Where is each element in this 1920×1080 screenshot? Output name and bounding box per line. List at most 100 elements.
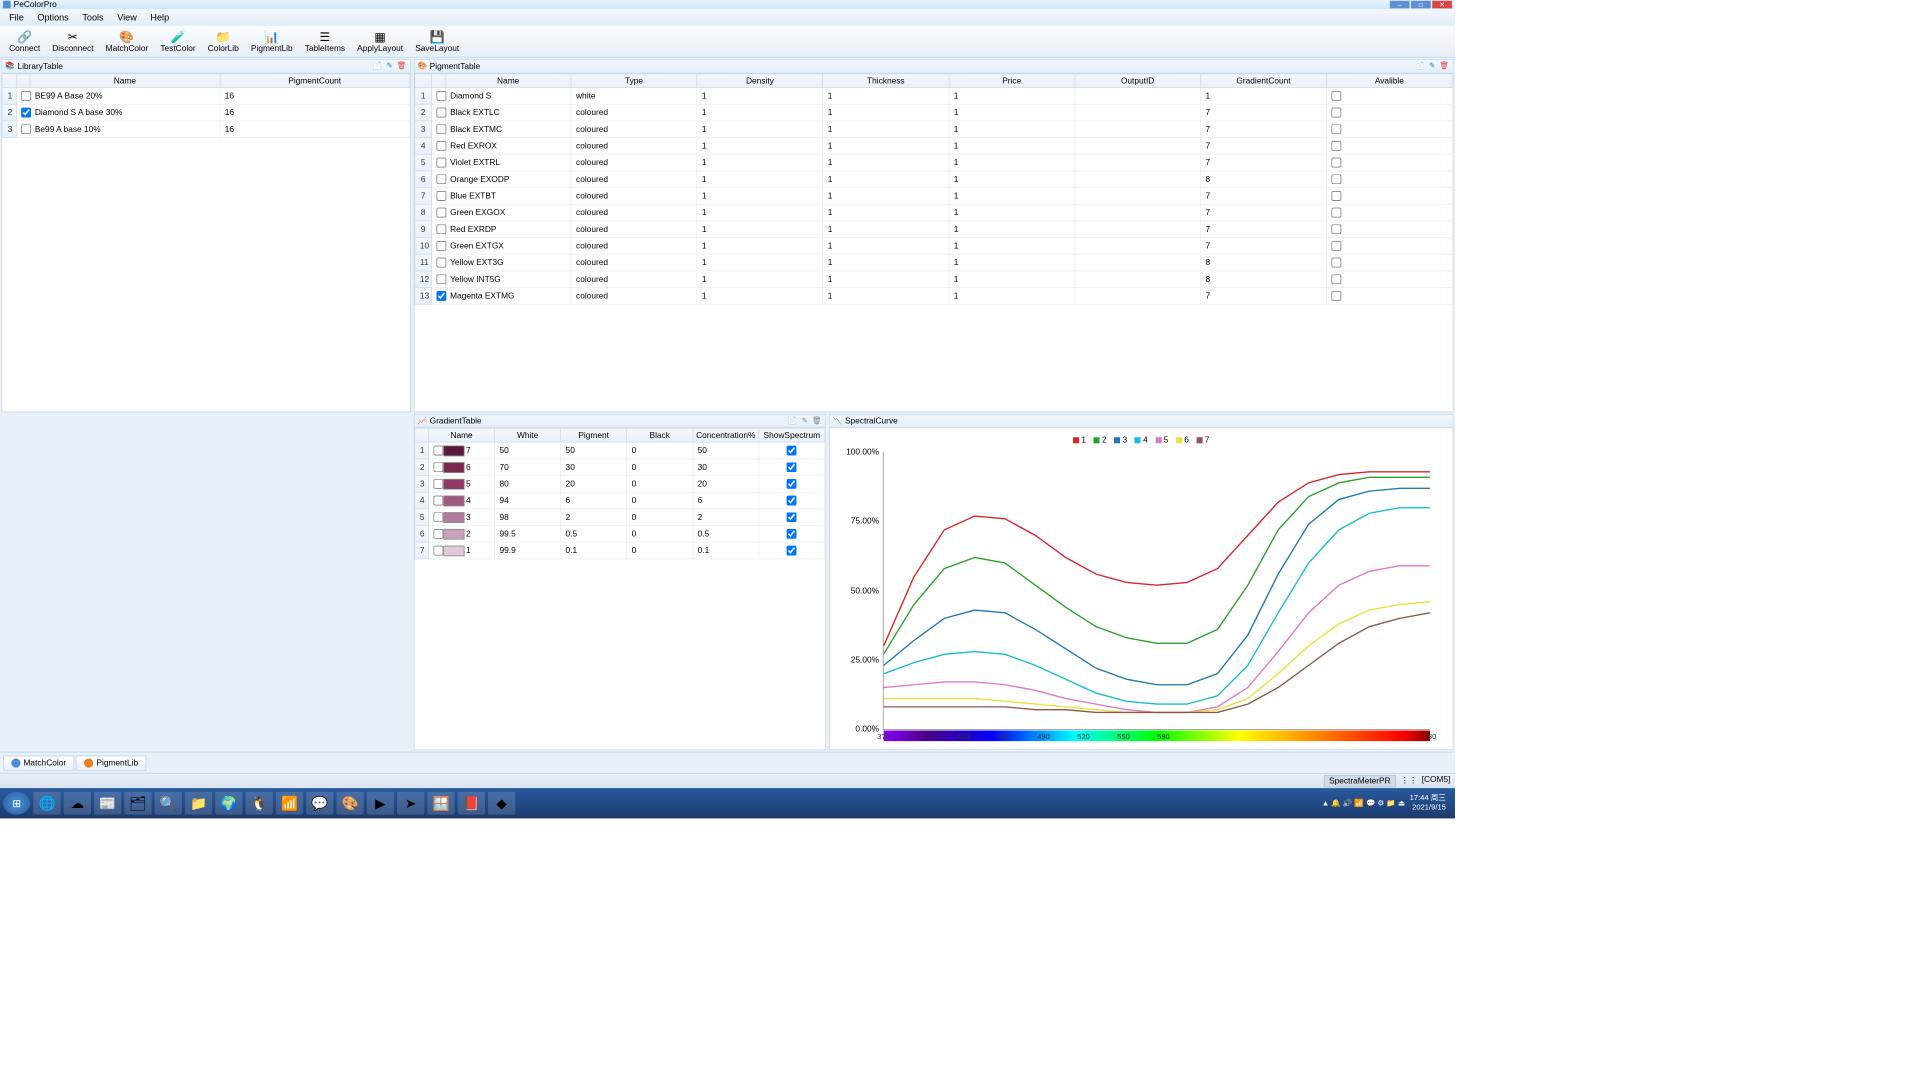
gradient-row[interactable]: 6299.50.500.5 <box>415 526 825 543</box>
pigment-row-checkbox[interactable] <box>436 241 446 251</box>
pigment-row-checkbox[interactable] <box>436 141 446 151</box>
gradient-row[interactable]: 4494606 <box>415 492 825 509</box>
pigment-table-grid[interactable]: NameTypeDensityThicknessPriceOutputIDGra… <box>415 74 1453 412</box>
taskbar-app[interactable]: 📶 <box>276 792 303 815</box>
gradient-row-checkbox[interactable] <box>433 462 443 472</box>
library-row-checkbox[interactable] <box>21 108 31 118</box>
gradient-row-checkbox[interactable] <box>433 496 443 506</box>
pigment-row-checkbox[interactable] <box>436 274 446 284</box>
pigment-add-button[interactable]: 📄 <box>1415 61 1426 72</box>
pigment-row-checkbox[interactable] <box>436 174 446 184</box>
pigment-row-checkbox[interactable] <box>436 291 446 301</box>
pigment-row[interactable]: 8Green EXGOXcoloured1117 <box>415 204 1452 221</box>
pigment-row-checkbox[interactable] <box>436 108 446 118</box>
library-row[interactable]: 1BE99 A Base 20%16 <box>3 88 410 105</box>
pigment-row[interactable]: 6Orange EXODPcoloured1118 <box>415 171 1452 188</box>
tool-colorlib[interactable]: 📁ColorLib <box>202 28 245 54</box>
close-button[interactable]: ✕ <box>1432 1 1452 9</box>
maximize-button[interactable]: □ <box>1411 1 1431 9</box>
gradient-row[interactable]: 5398202 <box>415 509 825 526</box>
pigment-available-checkbox[interactable] <box>1331 291 1341 301</box>
pigment-row[interactable]: 5Violet EXTRLcoloured1117 <box>415 154 1452 171</box>
taskbar-app[interactable]: 🐧 <box>246 792 273 815</box>
taskbar-app[interactable]: 🌐 <box>33 792 60 815</box>
gradient-row-checkbox[interactable] <box>433 529 443 539</box>
taskbar-app[interactable]: ◆ <box>488 792 515 815</box>
pigment-row-checkbox[interactable] <box>436 91 446 101</box>
taskbar-app[interactable]: 🪟 <box>427 792 454 815</box>
pigment-available-checkbox[interactable] <box>1331 174 1341 184</box>
gradient-row[interactable]: 358020020 <box>415 476 825 493</box>
taskbar-app[interactable]: 📰 <box>94 792 121 815</box>
taskbar-app[interactable]: ▶ <box>367 792 394 815</box>
taskbar-app[interactable]: ☁ <box>64 792 91 815</box>
taskbar-app[interactable]: 📁 <box>185 792 212 815</box>
pigment-available-checkbox[interactable] <box>1331 224 1341 234</box>
menu-options[interactable]: Options <box>31 11 74 25</box>
gradient-row[interactable]: 175050050 <box>415 442 825 459</box>
show-spectrum-checkbox[interactable] <box>787 546 797 556</box>
system-tray[interactable]: ▲ 🔔 🔊 📶 💬 ⚙ 📁 ⏏ 17:44 周三 2021/9/15 <box>1316 794 1452 812</box>
pigment-available-checkbox[interactable] <box>1331 158 1341 168</box>
pigment-row[interactable]: 3Black EXTMCcoloured1117 <box>415 121 1452 138</box>
tool-pigmentlib[interactable]: 📊PigmentLib <box>245 28 299 54</box>
taskbar-app[interactable]: 🗂 <box>124 792 151 815</box>
minimize-button[interactable]: – <box>1390 1 1410 9</box>
library-delete-button[interactable]: 🗑 <box>396 61 407 72</box>
pigment-row[interactable]: 12Yellow INT5Gcoloured1118 <box>415 271 1452 288</box>
pigment-available-checkbox[interactable] <box>1331 91 1341 101</box>
menu-file[interactable]: File <box>3 11 30 25</box>
start-button[interactable]: ⊞ <box>3 792 30 815</box>
tray-icons[interactable]: ▲ 🔔 🔊 📶 💬 ⚙ 📁 ⏏ <box>1322 799 1405 807</box>
taskbar-app[interactable]: 🔍 <box>155 792 182 815</box>
pigment-row-checkbox[interactable] <box>436 208 446 218</box>
show-spectrum-checkbox[interactable] <box>787 496 797 506</box>
gradient-edit-button[interactable]: ✎ <box>799 416 810 427</box>
pigment-row[interactable]: 1Diamond Swhite1111 <box>415 88 1452 105</box>
menu-tools[interactable]: Tools <box>76 11 109 25</box>
gradient-row-checkbox[interactable] <box>433 446 443 456</box>
pigment-row-checkbox[interactable] <box>436 124 446 134</box>
tool-testcolor[interactable]: 🧪TestColor <box>154 28 201 54</box>
library-row-checkbox[interactable] <box>21 91 31 101</box>
taskbar-app[interactable]: 📕 <box>458 792 485 815</box>
pigment-row-checkbox[interactable] <box>436 191 446 201</box>
pigment-available-checkbox[interactable] <box>1331 141 1341 151</box>
pigment-row[interactable]: 10Green EXTGXcoloured1117 <box>415 238 1452 255</box>
gradient-delete-button[interactable]: 🗑 <box>812 416 823 427</box>
library-edit-button[interactable]: ✎ <box>384 61 395 72</box>
pigment-row[interactable]: 13Magenta EXTMGcoloured1117 <box>415 288 1452 305</box>
pigment-row[interactable]: 4Red EXROXcoloured1117 <box>415 138 1452 155</box>
pigment-available-checkbox[interactable] <box>1331 108 1341 118</box>
library-row-checkbox[interactable] <box>21 124 31 134</box>
show-spectrum-checkbox[interactable] <box>787 512 797 522</box>
show-spectrum-checkbox[interactable] <box>787 462 797 472</box>
tool-savelayout[interactable]: 💾SaveLayout <box>409 28 465 54</box>
taskbar-app[interactable]: 🎨 <box>336 792 363 815</box>
pigment-row[interactable]: 2Black EXTLCcoloured1117 <box>415 104 1452 121</box>
gradient-row-checkbox[interactable] <box>433 546 443 556</box>
tool-matchcolor[interactable]: 🎨MatchColor <box>100 28 155 54</box>
tab-matchcolor[interactable]: MatchColor <box>3 755 74 770</box>
pigment-row[interactable]: 11Yellow EXT3Gcoloured1118 <box>415 254 1452 271</box>
menu-view[interactable]: View <box>111 11 143 25</box>
pigment-available-checkbox[interactable] <box>1331 258 1341 268</box>
library-row[interactable]: 3Be99 A base 10%16 <box>3 121 410 138</box>
library-add-button[interactable]: 📄 <box>372 61 383 72</box>
tool-disconnect[interactable]: ✂Disconnect <box>46 28 99 54</box>
gradient-row[interactable]: 7199.90.100.1 <box>415 542 825 559</box>
show-spectrum-checkbox[interactable] <box>787 446 797 456</box>
show-spectrum-checkbox[interactable] <box>787 529 797 539</box>
tool-tableitems[interactable]: ☰TableItems <box>299 28 351 54</box>
tool-applylayout[interactable]: ▦ApplyLayout <box>351 28 409 54</box>
gradient-row-checkbox[interactable] <box>433 479 443 489</box>
gradient-row[interactable]: 267030030 <box>415 459 825 476</box>
pigment-row[interactable]: 9Red EXRDPcoloured1117 <box>415 221 1452 238</box>
taskbar-app[interactable]: ➤ <box>397 792 424 815</box>
gradient-add-button[interactable]: 📄 <box>787 416 798 427</box>
pigment-row-checkbox[interactable] <box>436 158 446 168</box>
pigment-delete-button[interactable]: 🗑 <box>1439 61 1450 72</box>
show-spectrum-checkbox[interactable] <box>787 479 797 489</box>
pigment-available-checkbox[interactable] <box>1331 208 1341 218</box>
tool-connect[interactable]: 🔗Connect <box>3 28 46 54</box>
